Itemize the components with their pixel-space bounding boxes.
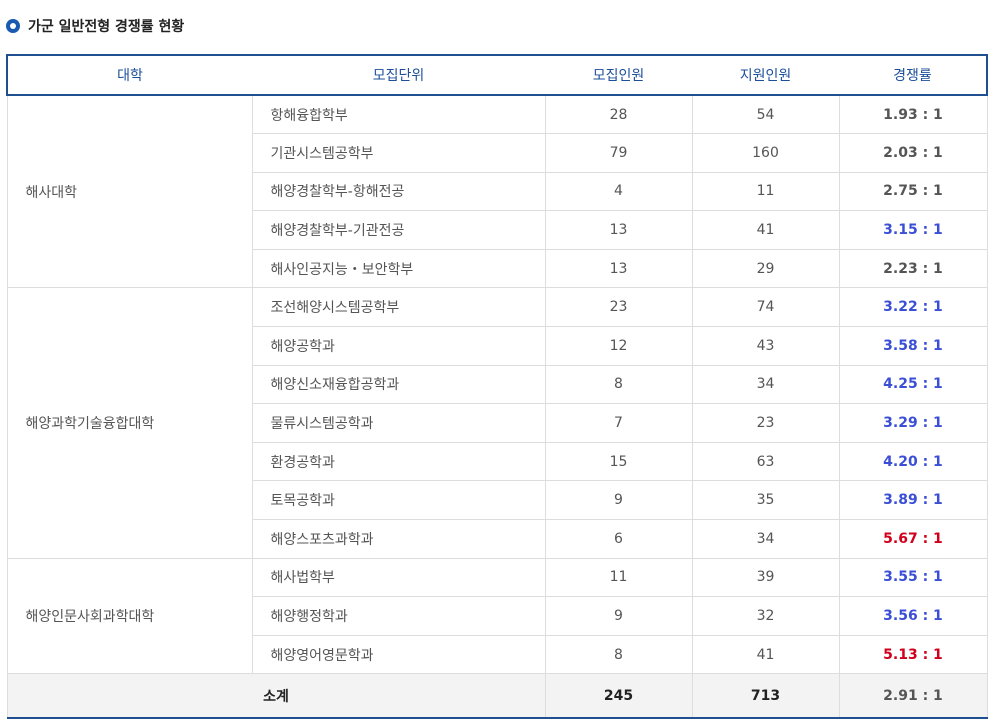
quota-cell: 11 (544, 557, 693, 598)
unit-cell: 물류시스템공학과 (251, 403, 546, 443)
unit-cell: 기관시스템공학부 (251, 133, 546, 173)
quota-cell: 8 (544, 634, 693, 675)
rate-cell: 3.55 : 1 (838, 557, 988, 598)
applicants-cell: 74 (691, 287, 840, 328)
unit-cell: 해사인공지능・보안학부 (251, 248, 546, 289)
table-row: 해양인문사회과학대학 해사법학부 11 39 3.55 : 1 (6, 557, 988, 675)
applicants-cell: 23 (691, 403, 840, 443)
rate-cell: 2.03 : 1 (838, 133, 988, 173)
column-header-rate: 경쟁률 (839, 54, 988, 96)
column-header-unit: 모집단위 (252, 54, 545, 96)
applicants-cell: 11 (691, 171, 840, 212)
unit-cell: 해양스포츠과학과 (251, 519, 546, 559)
rate-cell: 5.13 : 1 (838, 634, 988, 675)
rate-cell: 3.89 : 1 (838, 480, 988, 521)
rate-cell: 3.22 : 1 (838, 287, 988, 328)
rate-cell: 2.23 : 1 (838, 248, 988, 289)
quota-cell: 9 (544, 596, 693, 636)
section-title: 가군 일반전형 경쟁률 현황 (28, 19, 185, 35)
applicants-cell: 34 (691, 519, 840, 559)
unit-cell: 해양신소재융합공학과 (251, 364, 546, 405)
quota-cell: 13 (544, 210, 693, 250)
unit-cell: 조선해양시스템공학부 (251, 287, 546, 328)
rate-cell: 1.93 : 1 (838, 94, 988, 135)
applicants-cell: 39 (691, 557, 840, 598)
quota-cell: 28 (544, 94, 693, 135)
applicants-cell: 29 (691, 248, 840, 289)
total-row: 소계 245 713 2.91 : 1 (6, 673, 988, 719)
rate-cell: 4.25 : 1 (838, 364, 988, 405)
unit-cell: 해양영어영문학과 (251, 634, 546, 675)
table-body: 해사대학 항해융합학부 28 54 1.93 : 1 기관시스템공학부 79 160 2.03 … (6, 94, 988, 675)
quota-cell: 12 (544, 326, 693, 366)
rate-cell: 2.75 : 1 (838, 171, 988, 212)
unit-cell: 해양경찰학부-항해전공 (251, 171, 546, 212)
applicants-cell: 35 (691, 480, 840, 521)
table-row: 해양과학기술융합대학 조선해양시스템공학부 23 74 3.22 : 1 (6, 287, 988, 559)
quota-cell: 13 (544, 248, 693, 289)
column-header-applicants: 지원인원 (692, 54, 839, 96)
quota-cell: 4 (544, 171, 693, 212)
applicants-cell: 41 (691, 634, 840, 675)
table-header: 대학 모집단위 모집인원 지원인원 경쟁률 (6, 54, 988, 96)
column-header-quota: 모집인원 (545, 54, 692, 96)
applicants-cell: 160 (691, 133, 840, 173)
column-header-college: 대학 (6, 54, 252, 96)
quota-cell: 15 (544, 441, 693, 482)
total-label: 소계 (6, 673, 546, 719)
quota-cell: 6 (544, 519, 693, 559)
rate-cell: 3.29 : 1 (838, 403, 988, 443)
total-quota: 245 (544, 673, 693, 719)
rate-cell: 5.67 : 1 (838, 519, 988, 559)
unit-cell: 토목공학과 (251, 480, 546, 521)
quota-cell: 9 (544, 480, 693, 521)
unit-cell: 환경공학과 (251, 441, 546, 482)
rate-cell: 3.58 : 1 (838, 326, 988, 366)
quota-cell: 23 (544, 287, 693, 328)
competition-rate-table: 대학 모집단위 모집인원 지원인원 경쟁률 해사대학 항해융합학부 28 54 1.93… (6, 54, 988, 719)
rate-cell: 4.20 : 1 (838, 441, 988, 482)
college-name-cell: 해사대학 (6, 94, 253, 289)
college-name-cell: 해양인문사회과학대학 (6, 557, 253, 675)
rate-cell: 3.15 : 1 (838, 210, 988, 250)
section-heading: 가군 일반전형 경쟁률 현황 (6, 14, 184, 38)
bullet-icon (6, 19, 20, 33)
applicants-cell: 43 (691, 326, 840, 366)
table-footer: 소계 245 713 2.91 : 1 (6, 673, 988, 719)
applicants-cell: 63 (691, 441, 840, 482)
unit-cell: 해양경찰학부-기관전공 (251, 210, 546, 250)
quota-cell: 8 (544, 364, 693, 405)
total-rate: 2.91 : 1 (838, 673, 988, 719)
applicants-cell: 34 (691, 364, 840, 405)
applicants-cell: 32 (691, 596, 840, 636)
applicants-cell: 41 (691, 210, 840, 250)
college-name-cell: 해양과학기술융합대학 (6, 287, 253, 559)
rate-cell: 3.56 : 1 (838, 596, 988, 636)
quota-cell: 79 (544, 133, 693, 173)
quota-cell: 7 (544, 403, 693, 443)
unit-cell: 항해융합학부 (251, 94, 546, 135)
unit-cell: 해양행정학과 (251, 596, 546, 636)
unit-cell: 해사법학부 (251, 557, 546, 598)
unit-cell: 해양공학과 (251, 326, 546, 366)
applicants-cell: 54 (691, 94, 840, 135)
table-row: 해사대학 항해융합학부 28 54 1.93 : 1 (6, 94, 988, 289)
total-applicants: 713 (691, 673, 840, 719)
